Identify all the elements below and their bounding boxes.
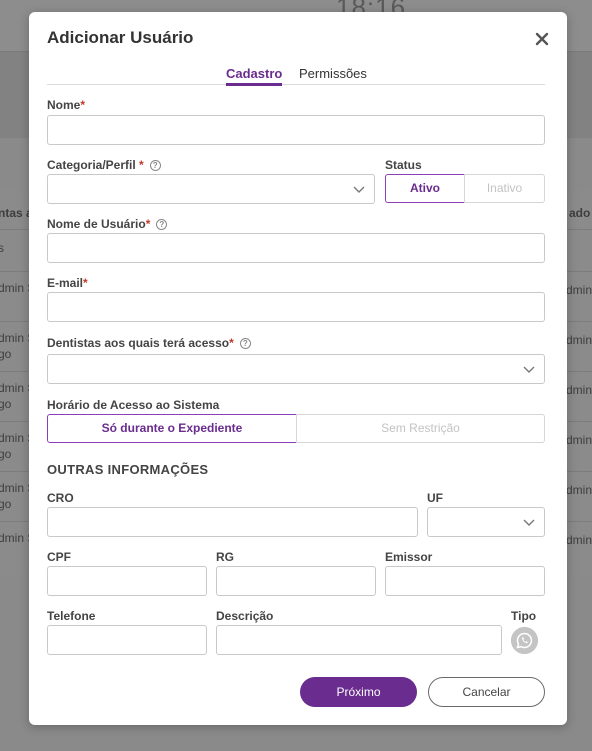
table-cell: s: [0, 241, 4, 255]
tab-bar: Cadastro Permissões: [47, 66, 545, 86]
horario-label: Horário de Acesso ao Sistema: [47, 398, 220, 412]
uf-label: UF: [427, 491, 443, 505]
telefone-input[interactable]: [47, 625, 207, 655]
cancel-button[interactable]: Cancelar: [428, 677, 545, 707]
rg-input[interactable]: [216, 566, 376, 596]
email-input[interactable]: [47, 292, 545, 322]
cpf-input[interactable]: [47, 566, 207, 596]
help-icon[interactable]: ?: [239, 338, 251, 349]
table-cell: dmin: [566, 283, 592, 297]
dentistas-label: Dentistas aos quais terá acesso*?: [47, 336, 251, 350]
usuario-input[interactable]: [47, 233, 545, 263]
help-icon[interactable]: ?: [156, 219, 168, 230]
status-inativo-option[interactable]: Inativo: [464, 174, 545, 203]
section-title: OUTRAS INFORMAÇÕES: [47, 462, 209, 477]
table-cell: dmin: [566, 333, 592, 347]
horario-sem-restricao-option[interactable]: Sem Restrição: [296, 414, 545, 443]
emissor-input[interactable]: [385, 566, 545, 596]
nome-label: Nome*: [47, 98, 86, 112]
categoria-select[interactable]: [47, 174, 375, 204]
rg-label: RG: [216, 550, 234, 564]
help-icon[interactable]: ?: [149, 160, 161, 171]
uf-select[interactable]: [427, 507, 545, 537]
tipo-label: Tipo: [511, 609, 537, 623]
status-label: Status: [385, 158, 422, 172]
chevron-down-icon: [523, 366, 535, 373]
table-cell: dmin: [566, 483, 592, 497]
tab-permissoes[interactable]: Permissões: [299, 66, 367, 85]
cro-input[interactable]: [47, 507, 418, 537]
close-icon[interactable]: [533, 30, 551, 48]
cro-label: CRO: [47, 491, 74, 505]
add-user-modal: Adicionar Usuário Cadastro Permissões No…: [29, 12, 567, 725]
horario-expediente-option[interactable]: Só durante o Expediente: [47, 414, 297, 443]
descricao-input[interactable]: [216, 625, 502, 655]
chevron-down-icon: [353, 186, 365, 193]
emissor-label: Emissor: [385, 550, 433, 564]
table-cell: go: [0, 497, 12, 511]
dentistas-select[interactable]: [47, 354, 545, 384]
table-cell: dmin: [566, 383, 592, 397]
tab-cadastro[interactable]: Cadastro: [226, 66, 283, 86]
status-ativo-option[interactable]: Ativo: [385, 174, 465, 203]
categoria-label: Categoria/Perfil *?: [47, 158, 161, 172]
table-cell: go: [0, 397, 12, 411]
table-header-right: ado: [569, 206, 591, 220]
table-cell: dmin: [566, 533, 592, 547]
table-header-left: ntas a: [0, 206, 33, 220]
nome-input[interactable]: [47, 115, 545, 145]
table-cell: go: [0, 347, 12, 361]
email-label: E-mail*: [47, 276, 88, 290]
whatsapp-icon[interactable]: [511, 627, 538, 654]
cpf-label: CPF: [47, 550, 71, 564]
telefone-label: Telefone: [47, 609, 96, 623]
descricao-label: Descrição: [216, 609, 274, 623]
next-button[interactable]: Próximo: [300, 677, 417, 707]
usuario-label: Nome de Usuário*?: [47, 217, 168, 231]
table-cell: dmin: [566, 433, 592, 447]
table-cell: go: [0, 447, 12, 461]
chevron-down-icon: [523, 519, 535, 526]
modal-title: Adicionar Usuário: [47, 28, 194, 47]
